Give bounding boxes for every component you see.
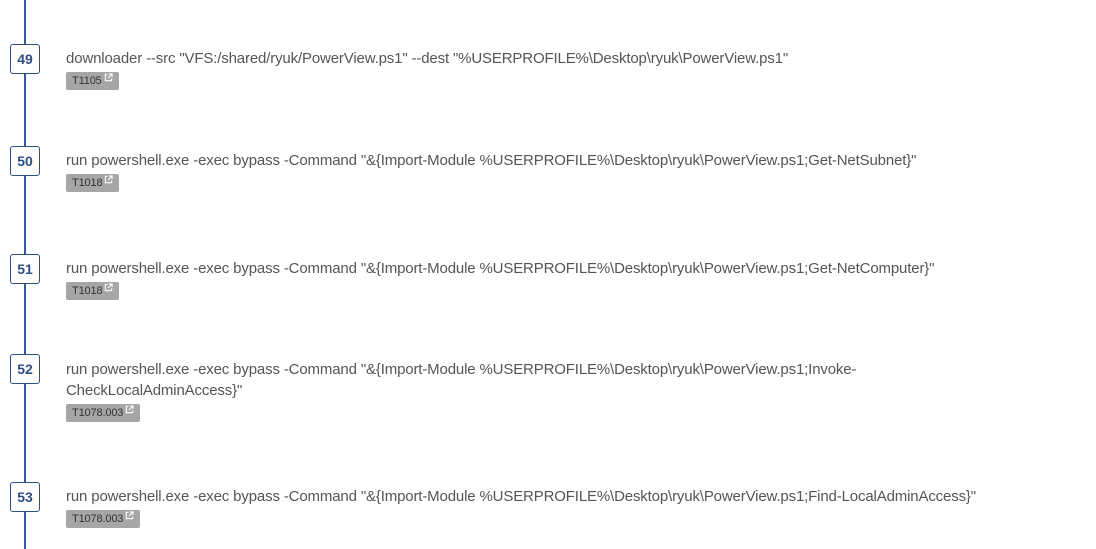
technique-id: T1018 <box>72 177 103 189</box>
procedure-timeline: 49 downloader --src "VFS:/shared/ryuk/Po… <box>0 0 1096 549</box>
technique-tag-link[interactable]: T1078.003 <box>66 404 141 422</box>
technique-id: T1078.003 <box>72 513 124 525</box>
step-number-badge: 53 <box>10 482 40 512</box>
command-text: downloader --src "VFS:/shared/ryuk/Power… <box>66 50 789 67</box>
step-content: run powershell.exe -exec bypass -Command… <box>66 486 1091 528</box>
external-link-icon <box>126 405 134 414</box>
technique-id: T1018 <box>72 285 103 297</box>
step-number-badge: 49 <box>10 44 40 74</box>
external-link-icon <box>104 73 113 82</box>
technique-tag-link[interactable]: T1018 <box>66 282 120 300</box>
external-link-icon <box>105 175 114 184</box>
technique-id: T1078.003 <box>72 407 124 419</box>
step-content: downloader --src "VFS:/shared/ryuk/Power… <box>66 48 1091 90</box>
technique-tag-link[interactable]: T1078.003 <box>66 510 141 528</box>
step-content: run powershell.exe -exec bypass -Command… <box>66 258 1091 300</box>
technique-tag-link[interactable]: T1105 <box>66 72 119 90</box>
step-content: run powershell.exe -exec bypass -Command… <box>66 359 976 422</box>
command-text: run powershell.exe -exec bypass -Command… <box>66 152 917 169</box>
external-link-icon <box>126 511 134 520</box>
external-link-icon <box>105 283 114 292</box>
step-number-badge: 50 <box>10 146 40 176</box>
step-number-badge: 52 <box>10 354 40 384</box>
step-content: run powershell.exe -exec bypass -Command… <box>66 150 1091 192</box>
command-text: run powershell.exe -exec bypass -Command… <box>66 488 976 505</box>
technique-tag-link[interactable]: T1018 <box>66 174 120 192</box>
command-text: run powershell.exe -exec bypass -Command… <box>66 260 935 277</box>
technique-id: T1105 <box>72 75 102 87</box>
step-number-badge: 51 <box>10 254 40 284</box>
command-text: run powershell.exe -exec bypass -Command… <box>66 361 857 399</box>
